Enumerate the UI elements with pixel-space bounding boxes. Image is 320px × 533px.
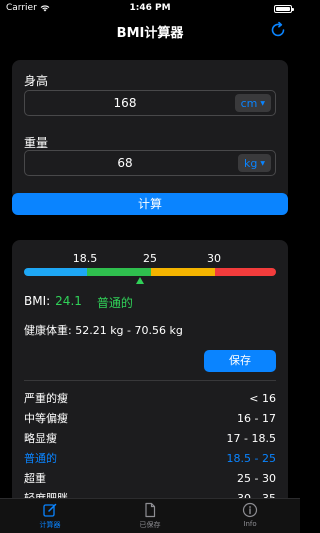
tab-saved[interactable]: 已保存 bbox=[100, 499, 200, 533]
height-label: 身高 bbox=[24, 74, 49, 88]
category-name: 严重的瘦 bbox=[24, 392, 68, 405]
edit-icon bbox=[43, 503, 57, 517]
status-time: 1:46 PM bbox=[129, 3, 171, 13]
weight-field: kg ▼ bbox=[24, 150, 276, 176]
height-unit-select[interactable]: cm ▼ bbox=[234, 94, 271, 112]
scale-segment-obese bbox=[215, 268, 276, 276]
scale-tick: 18.5 bbox=[72, 252, 98, 265]
height-input[interactable] bbox=[25, 91, 225, 115]
scale-segment-normal bbox=[87, 268, 151, 276]
scale-segment-overweight bbox=[151, 268, 215, 276]
chevron-down-icon: ▼ bbox=[260, 99, 265, 107]
battery-icon bbox=[274, 5, 294, 13]
tab-label: 已保存 bbox=[139, 521, 161, 529]
scale-tick: 25 bbox=[143, 252, 157, 265]
bmi-scale-bar bbox=[24, 268, 276, 276]
category-range: 25 - 30 bbox=[237, 471, 276, 485]
weight-label: 重量 bbox=[24, 136, 49, 150]
table-row: 中等偏瘦 16 - 17 bbox=[24, 408, 276, 428]
scale-segment-underweight bbox=[24, 268, 87, 276]
category-range: 16 - 17 bbox=[237, 411, 276, 425]
category-range: 17 - 18.5 bbox=[226, 431, 276, 445]
tab-label: 计算器 bbox=[39, 521, 61, 529]
table-row: 超重 25 - 30 bbox=[24, 468, 276, 488]
table-row-active: 普通的 18.5 - 25 bbox=[24, 448, 276, 468]
weight-unit-label: kg bbox=[244, 156, 258, 170]
chevron-down-icon: ▼ bbox=[260, 159, 265, 167]
refresh-icon[interactable] bbox=[268, 20, 288, 40]
status-bar: Carrier 1:46 PM bbox=[0, 0, 300, 18]
bmi-result: BMI: 24.1 普通的 bbox=[24, 294, 133, 311]
document-icon bbox=[145, 502, 156, 518]
category-name: 中等偏瘦 bbox=[24, 412, 68, 425]
table-row: 严重的瘦 < 16 bbox=[24, 388, 276, 408]
tab-bar: 计算器 已保存 Info bbox=[0, 498, 300, 533]
height-field: cm ▼ bbox=[24, 90, 276, 116]
save-button[interactable]: 保存 bbox=[204, 350, 276, 372]
weight-unit-select[interactable]: kg ▼ bbox=[238, 154, 271, 172]
scale-tick: 30 bbox=[207, 252, 221, 265]
divider bbox=[24, 380, 276, 381]
scale-ticks: 18.5 25 30 bbox=[12, 252, 288, 266]
category-table: 严重的瘦 < 16 中等偏瘦 16 - 17 略显瘦 17 - 18.5 普通的… bbox=[24, 388, 276, 506]
bmi-value: 24.1 bbox=[55, 294, 82, 308]
category-range: 18.5 - 25 bbox=[226, 451, 276, 465]
tab-calculator[interactable]: 计算器 bbox=[0, 499, 100, 533]
height-unit-label: cm bbox=[240, 96, 258, 110]
bmi-label: BMI: bbox=[24, 294, 51, 308]
input-card: 身高 cm ▼ 重量 kg ▼ bbox=[12, 60, 288, 200]
bmi-category: 普通的 bbox=[96, 296, 133, 310]
table-row: 略显瘦 17 - 18.5 bbox=[24, 428, 276, 448]
category-name: 超重 bbox=[24, 472, 46, 485]
info-icon bbox=[242, 502, 258, 518]
category-name: 普通的 bbox=[24, 452, 57, 465]
tab-label: Info bbox=[243, 520, 257, 528]
calculate-button[interactable]: 计算 bbox=[12, 193, 288, 215]
page-title: BMI计算器 bbox=[116, 26, 184, 41]
weight-input[interactable] bbox=[25, 151, 225, 175]
result-card: 18.5 25 30 BMI: 24.1 普通的 健康体重: 52.21 kg … bbox=[12, 240, 288, 505]
category-name: 略显瘦 bbox=[24, 432, 57, 445]
category-range: < 16 bbox=[249, 391, 276, 405]
tab-info[interactable]: Info bbox=[200, 499, 300, 533]
healthy-weight-range: 健康体重: 52.21 kg - 70.56 kg bbox=[24, 324, 183, 337]
bmi-marker-icon bbox=[136, 277, 144, 284]
